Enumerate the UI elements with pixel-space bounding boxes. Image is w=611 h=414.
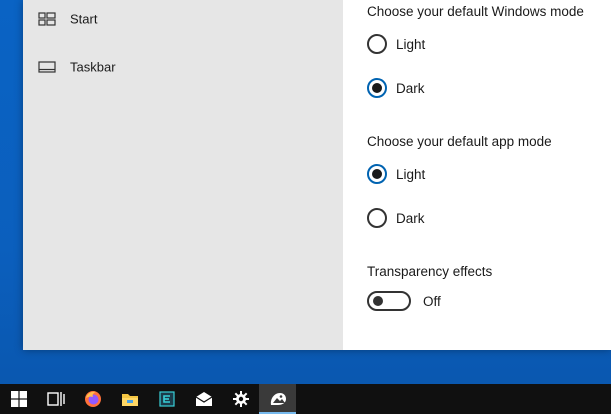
- radio-button[interactable]: [367, 208, 387, 228]
- windows-mode-light-radio[interactable]: Light: [367, 32, 425, 56]
- sidebar-item-label: Taskbar: [70, 59, 116, 75]
- firefox-button[interactable]: [74, 384, 111, 414]
- radio-label: Dark: [396, 80, 425, 96]
- app-mode-dark-radio[interactable]: Dark: [367, 206, 425, 230]
- radio-label: Light: [396, 166, 426, 182]
- start-button[interactable]: [0, 384, 37, 414]
- sidebar-item-taskbar[interactable]: Taskbar: [23, 47, 343, 87]
- taskbar-icon: [38, 61, 56, 73]
- windows-mode-title: Choose your default Windows mode: [367, 4, 584, 19]
- start-layout-icon: [38, 12, 56, 26]
- settings-gear-icon: [232, 391, 249, 407]
- transparency-toggle[interactable]: [367, 291, 411, 311]
- mail-icon: [195, 392, 212, 406]
- windows-start-icon: [10, 391, 27, 407]
- mail-button[interactable]: [185, 384, 222, 414]
- sidebar: Start Taskbar: [23, 0, 343, 350]
- photos-icon: [270, 393, 286, 405]
- app-button[interactable]: [148, 384, 185, 414]
- app-mode-light-radio[interactable]: Light: [367, 162, 425, 186]
- transparency-title: Transparency effects: [367, 264, 493, 279]
- task-view-button[interactable]: [37, 384, 74, 414]
- taskbar: [0, 384, 611, 414]
- settings-button[interactable]: [222, 384, 259, 414]
- transparency-toggle-row: Off: [367, 289, 441, 313]
- radio-button[interactable]: [367, 34, 387, 54]
- sidebar-item-label: Start: [70, 11, 98, 27]
- radio-label: Light: [396, 36, 426, 52]
- photos-button[interactable]: [259, 384, 296, 414]
- personalization-colors-panel: Choose your default Windows mode Light D…: [343, 0, 611, 350]
- settings-window: Start Taskbar Choose your default Window…: [23, 0, 611, 350]
- toggle-knob: [373, 296, 383, 306]
- transparency-state-label: Off: [423, 293, 441, 309]
- app-mode-title: Choose your default app mode: [367, 134, 552, 149]
- radio-label: Dark: [396, 210, 425, 226]
- firefox-icon: [84, 391, 101, 407]
- sidebar-item-start[interactable]: Start: [23, 0, 343, 39]
- radio-button[interactable]: [367, 164, 387, 184]
- file-explorer-button[interactable]: [111, 384, 148, 414]
- task-view-icon: [46, 392, 65, 406]
- file-explorer-icon: [121, 394, 138, 406]
- app-icon: [158, 391, 175, 407]
- radio-button[interactable]: [367, 78, 387, 98]
- windows-mode-dark-radio[interactable]: Dark: [367, 76, 425, 100]
